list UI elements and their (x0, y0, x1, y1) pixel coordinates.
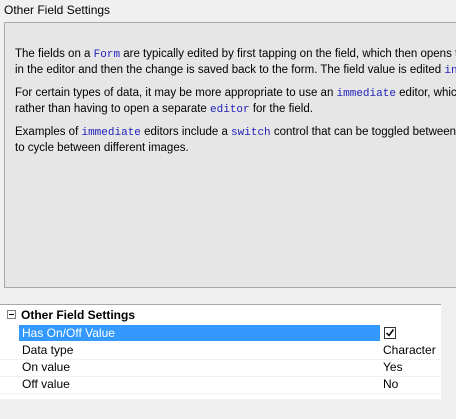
help-line-5: Examples of immediate editors include a … (15, 124, 456, 141)
property-row-off-value[interactable]: Off value No (0, 376, 441, 394)
property-value[interactable] (381, 325, 441, 341)
help-text: Examples of (15, 126, 82, 138)
window-title: Other Field Settings (4, 3, 111, 17)
property-name[interactable]: Data type (19, 342, 380, 358)
help-text: editors include a (140, 126, 232, 138)
help-text: are typically edited by first tapping on… (120, 48, 456, 60)
help-panel: The fields on a Form are typically edite… (4, 22, 456, 288)
collapse-icon[interactable] (7, 310, 16, 319)
property-name[interactable]: Has On/Off Value (19, 325, 380, 341)
code-term: switch (231, 127, 271, 139)
category-label: Other Field Settings (21, 308, 136, 322)
help-line-3: For certain types of data, it may be mor… (15, 85, 456, 102)
window-title-bar: Other Field Settings (0, 0, 456, 22)
code-term: Form (93, 49, 121, 61)
property-value[interactable]: No (381, 376, 441, 392)
help-text: rather than having to open a separate (15, 103, 211, 115)
property-row-data-type[interactable]: Data type Character (0, 342, 441, 360)
help-text: control that can be toggled between an (270, 126, 456, 138)
help-line-4: rather than having to open a separate ed… (15, 101, 313, 118)
help-text: editor, which a (399, 87, 456, 99)
code-term: indir (444, 65, 456, 77)
help-text: for the field. (249, 103, 313, 115)
property-name[interactable]: On value (19, 359, 380, 375)
help-line-6: to cycle between different images. (15, 140, 189, 156)
check-icon (385, 329, 395, 337)
property-value[interactable]: Character (381, 342, 441, 358)
help-text: For certain types of data, it may be mor… (15, 87, 337, 99)
has-onoff-checkbox[interactable] (384, 327, 396, 339)
code-term: immediate (336, 88, 396, 100)
property-name[interactable]: Off value (19, 376, 380, 392)
property-row-has-onoff[interactable]: Has On/Off Value (0, 325, 441, 342)
property-row-on-value[interactable]: On value Yes (0, 359, 441, 377)
property-value[interactable]: Yes (381, 359, 441, 375)
property-grid: Other Field Settings Has On/Off Value Da… (0, 304, 441, 399)
help-line-1: The fields on a Form are typically edite… (15, 46, 456, 63)
help-text: in the editor and then the change is sav… (15, 64, 445, 76)
help-line-2: in the editor and then the change is sav… (15, 62, 456, 79)
category-row: Other Field Settings (0, 307, 441, 324)
code-term: editor (210, 104, 250, 116)
help-text: The fields on a (15, 48, 94, 60)
help-text: to cycle between different images. (15, 142, 189, 154)
code-term: immediate (81, 127, 141, 139)
